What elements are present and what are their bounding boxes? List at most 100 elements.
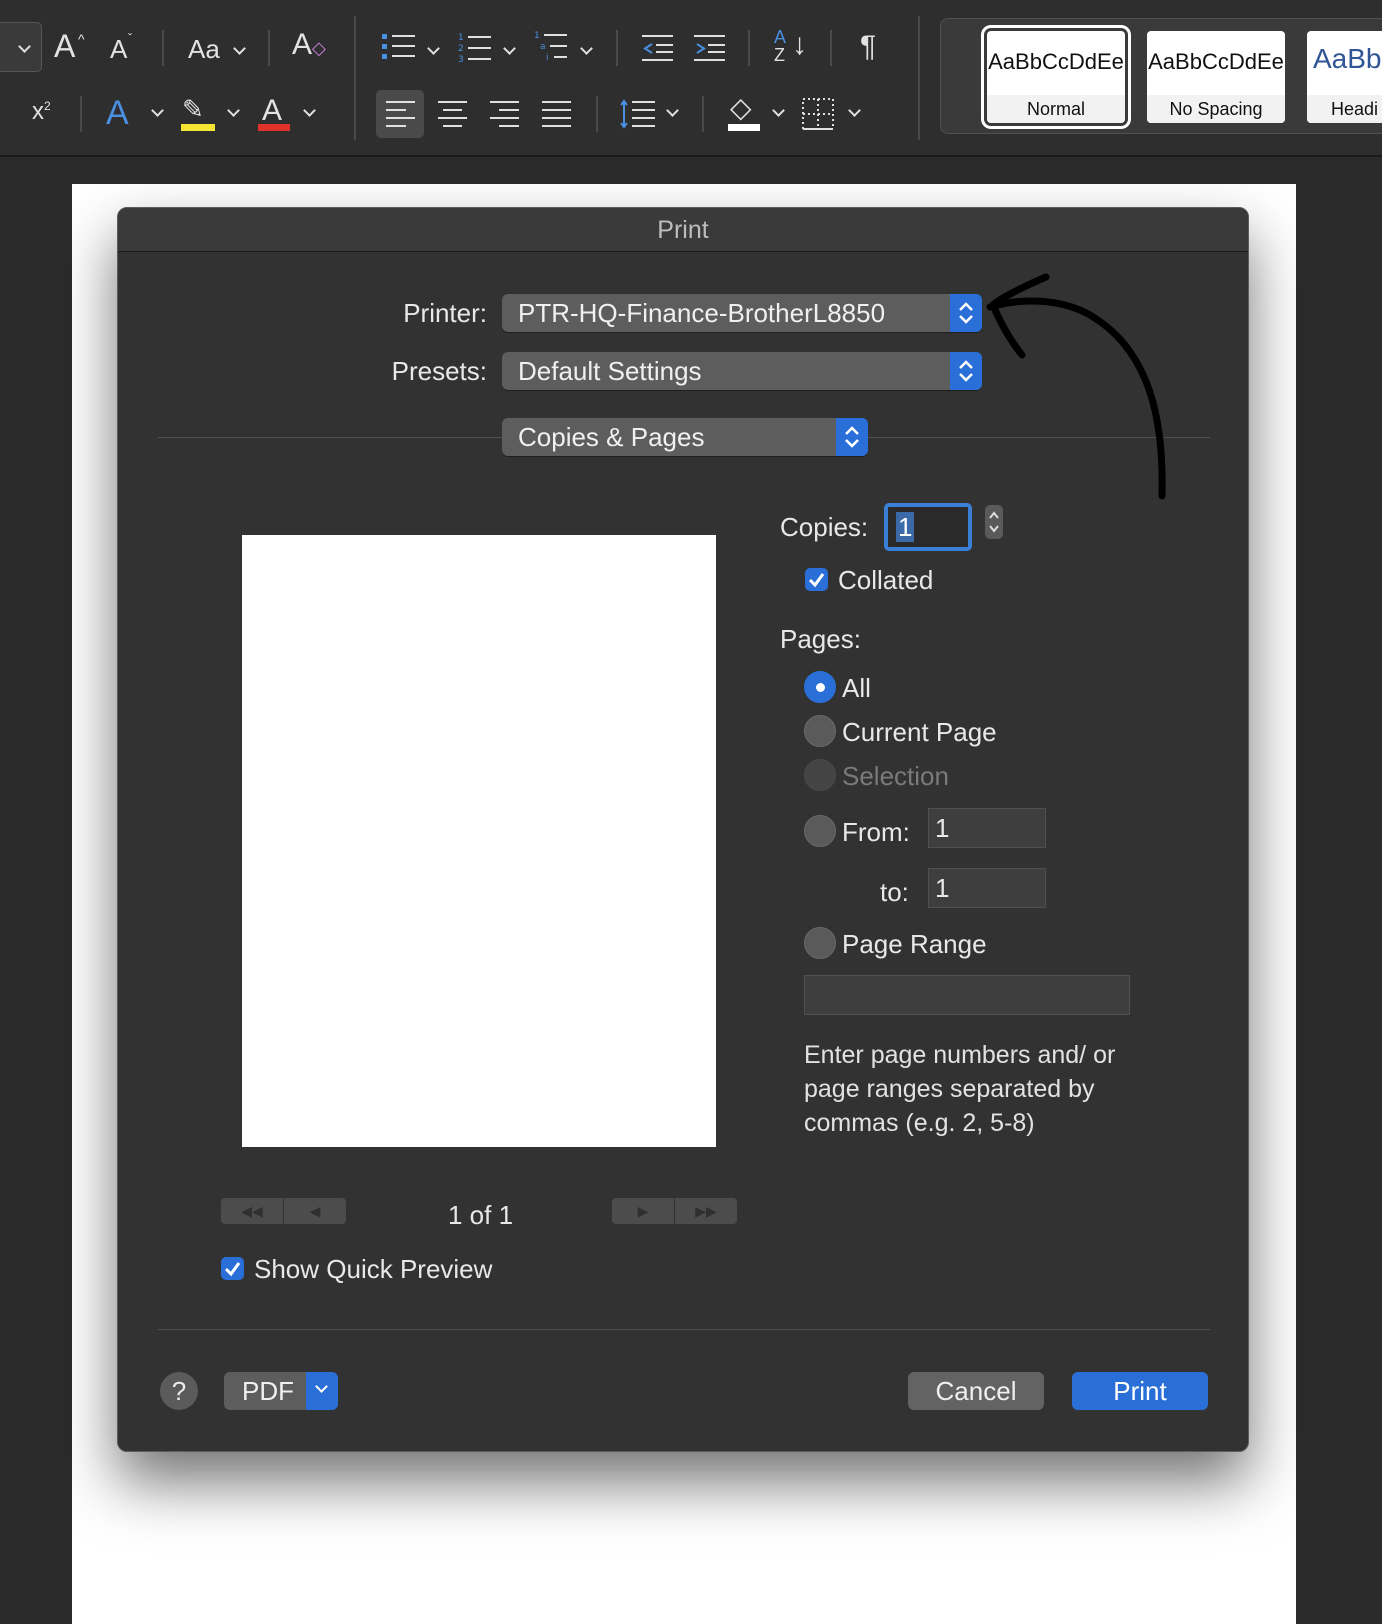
divider	[616, 30, 618, 66]
pages-all-label: All	[842, 673, 871, 703]
copies-stepper[interactable]	[985, 505, 1003, 539]
print-preview	[242, 535, 716, 1147]
collated-label: Collated	[838, 565, 934, 595]
decrease-indent-icon[interactable]	[642, 34, 674, 62]
divider	[268, 30, 270, 66]
pdf-menu-button[interactable]: PDF	[224, 1372, 338, 1410]
superscript-icon[interactable]: x2	[32, 100, 51, 124]
divider	[918, 16, 920, 140]
show-quick-preview-label: Show Quick Preview	[254, 1254, 493, 1284]
chevron-down-icon	[503, 42, 516, 55]
copies-input[interactable]: 1	[884, 503, 972, 551]
from-field[interactable]: 1	[928, 808, 1046, 848]
checkmark-icon	[808, 573, 825, 588]
show-quick-preview-checkbox[interactable]	[221, 1257, 244, 1280]
style-sample: AaBbCcDdEe	[1148, 49, 1284, 74]
style-name: Headi	[1307, 95, 1382, 123]
justify-icon[interactable]	[542, 100, 572, 128]
presets-popup[interactable]: Default Settings	[502, 352, 982, 390]
sort-icon[interactable]: AZ	[774, 28, 786, 64]
highlight-icon[interactable]: ✎	[182, 96, 204, 122]
section-popup[interactable]: Copies & Pages	[502, 418, 868, 456]
chevron-down-icon	[315, 1380, 328, 1393]
divider	[748, 30, 750, 66]
highlight-color-bar	[181, 124, 215, 131]
font-color-bar	[258, 124, 290, 131]
next-page-button[interactable]: ▶	[612, 1198, 674, 1224]
styles-gallery: AaBbCcDdEe Normal AaBbCcDdEe No Spacing …	[940, 18, 1382, 134]
cancel-button[interactable]: Cancel	[908, 1372, 1044, 1410]
style-normal[interactable]: AaBbCcDdEe Normal	[981, 25, 1131, 129]
popup-stepper	[836, 418, 868, 456]
annotation-arrow	[986, 273, 1166, 500]
style-no-spacing[interactable]: AaBbCcDdEe No Spacing	[1147, 31, 1285, 123]
page-range-field[interactable]	[804, 975, 1130, 1015]
pages-range-label: Page Range	[842, 929, 987, 959]
page-counter: 1 of 1	[448, 1200, 514, 1230]
print-button[interactable]: Print	[1072, 1372, 1208, 1410]
align-right-icon[interactable]	[490, 100, 520, 128]
font-color-icon[interactable]: A	[262, 96, 282, 126]
pages-selection-radio	[804, 759, 836, 791]
svg-text:2: 2	[458, 44, 464, 54]
chevron-down-icon	[427, 42, 440, 55]
page-range-help-text: Enter page numbers and/ or page ranges s…	[804, 1041, 1116, 1137]
style-sample: AaBbCc	[1313, 43, 1382, 74]
presets-value: Default Settings	[518, 356, 702, 386]
first-page-button[interactable]: ◀◀	[221, 1198, 283, 1224]
text-effects-icon[interactable]: A	[106, 96, 129, 130]
clear-formatting-icon[interactable]: A◇	[292, 30, 326, 60]
align-center-icon[interactable]	[438, 100, 468, 128]
divider	[162, 30, 164, 66]
shading-icon[interactable]: ◇	[730, 94, 752, 122]
change-case-icon[interactable]: Aa	[188, 36, 220, 62]
pdf-dropdown	[306, 1372, 338, 1410]
show-formatting-icon[interactable]: ¶	[860, 32, 876, 62]
updown-chevron-icon	[845, 426, 859, 448]
pages-all-radio[interactable]	[804, 671, 836, 703]
chevron-down-icon	[666, 104, 679, 117]
sort-z: Z	[774, 45, 785, 65]
svg-text:1: 1	[458, 33, 464, 43]
chevron-down-icon	[233, 42, 246, 55]
style-name: No Spacing	[1147, 95, 1285, 123]
collated-checkbox[interactable]	[805, 568, 828, 591]
chevron-down-icon	[848, 104, 861, 117]
superscript-exp: 2	[44, 99, 51, 113]
grow-font-icon[interactable]: A	[54, 30, 75, 62]
multilevel-list-icon[interactable]: 1ai	[534, 30, 568, 64]
divider	[80, 96, 82, 132]
pages-current-radio[interactable]	[804, 715, 836, 747]
pages-range-radio[interactable]	[804, 927, 836, 959]
svg-text:3: 3	[458, 55, 464, 64]
chevron-down-icon	[580, 42, 593, 55]
last-page-button[interactable]: ▶▶	[675, 1198, 737, 1224]
numbered-list-icon[interactable]: 123	[458, 32, 492, 64]
printer-popup[interactable]: PTR-HQ-Finance-BrotherL8850	[502, 294, 982, 332]
copies-value: 1	[896, 512, 915, 542]
chevron-down-icon	[772, 104, 785, 117]
prev-page-button[interactable]: ◀	[284, 1198, 346, 1224]
shrink-font-icon[interactable]: A	[110, 36, 127, 62]
to-field[interactable]: 1	[928, 868, 1046, 908]
borders-icon[interactable]	[802, 98, 834, 130]
bullet-list-icon[interactable]	[382, 32, 416, 62]
pages-to-label: to:	[880, 877, 909, 907]
grow-font-caret: ^	[78, 31, 85, 47]
pages-from-radio[interactable]	[804, 815, 836, 847]
sort-arrow-icon: ↓	[792, 28, 807, 61]
svg-text:i: i	[546, 53, 549, 63]
style-heading[interactable]: AaBbCc Headi	[1307, 31, 1382, 123]
chevron-down-icon	[303, 104, 316, 117]
divider	[702, 96, 704, 132]
printer-label: Printer:	[403, 298, 487, 328]
line-spacing-icon[interactable]	[620, 98, 656, 130]
sort-a: A	[774, 27, 787, 47]
shrink-font-caret: ˇ	[128, 31, 132, 45]
increase-indent-icon[interactable]	[694, 34, 726, 62]
divider	[830, 30, 832, 66]
shading-color-bar	[728, 124, 760, 131]
separator	[158, 1329, 1210, 1330]
presets-label: Presets:	[391, 356, 487, 386]
help-button[interactable]: ?	[160, 1372, 198, 1410]
